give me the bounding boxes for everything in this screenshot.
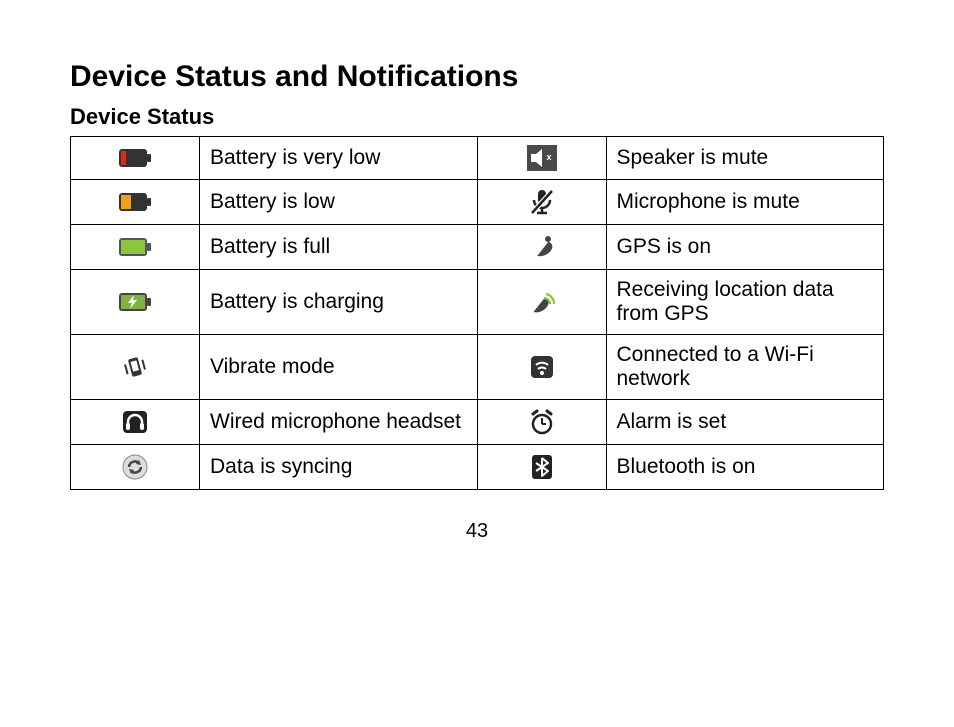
table-row: Battery is charging Receiving location d… [71, 270, 884, 335]
status-label: Alarm is set [617, 410, 727, 433]
gps-on-icon [482, 233, 602, 261]
page-title: Device Status and Notifications [70, 60, 884, 94]
microphone-mute-icon [482, 188, 602, 216]
speaker-mute-icon: x [482, 145, 602, 171]
battery-charging-icon [75, 290, 195, 314]
status-label: Battery is low [210, 190, 335, 213]
table-row: Vibrate mode Connected to a Wi-Fi networ… [71, 335, 884, 400]
status-label: Vibrate mode [210, 355, 335, 378]
vibrate-mode-icon [75, 352, 195, 382]
status-table: Battery is very low x Speaker is mute [70, 136, 884, 490]
status-label: GPS is on [617, 235, 712, 258]
wired-headset-icon [75, 409, 195, 435]
status-label: Battery is charging [210, 290, 384, 313]
table-row: Battery is very low x Speaker is mute [71, 137, 884, 180]
status-label: Battery is full [210, 235, 330, 258]
status-label: Data is syncing [210, 455, 352, 478]
section-title: Device Status [70, 104, 884, 130]
status-label: Wired microphone headset [210, 410, 461, 433]
status-label: Speaker is mute [617, 146, 769, 169]
status-label: Connected to a Wi-Fi network [617, 343, 814, 390]
battery-very-low-icon [75, 146, 195, 170]
table-row: Battery is low Microphone is mute [71, 180, 884, 225]
data-syncing-icon [75, 453, 195, 481]
status-label: Receiving location data from GPS [617, 278, 834, 325]
svg-text:x: x [546, 152, 551, 162]
table-row: Data is syncing Bluetooth is on [71, 445, 884, 490]
battery-full-icon [75, 235, 195, 259]
table-row: Battery is full GPS is on [71, 225, 884, 270]
bluetooth-on-icon [482, 454, 602, 480]
gps-receiving-icon [482, 287, 602, 317]
status-label: Microphone is mute [617, 190, 800, 213]
table-row: Wired microphone headset Alarm is set [71, 400, 884, 445]
wifi-connected-icon [482, 354, 602, 380]
status-label: Bluetooth is on [617, 455, 756, 478]
page-number: 43 [70, 520, 884, 543]
alarm-set-icon [482, 408, 602, 436]
status-label: Battery is very low [210, 146, 380, 169]
battery-low-icon [75, 190, 195, 214]
